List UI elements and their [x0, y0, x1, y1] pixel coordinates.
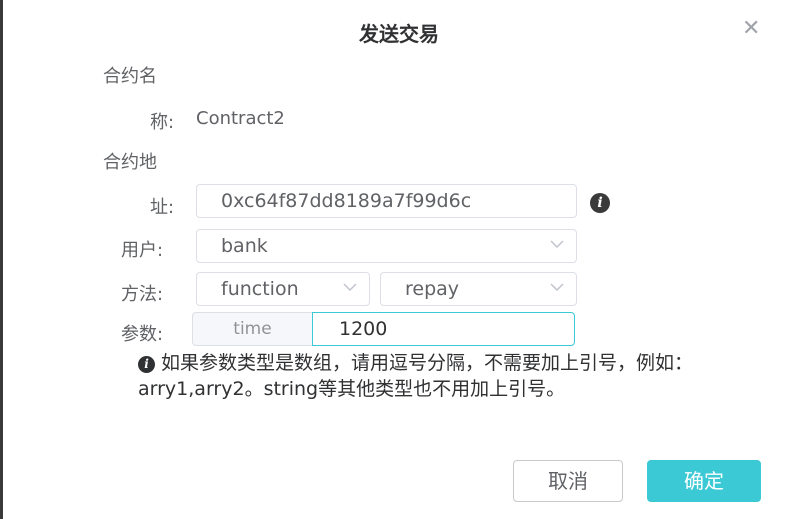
contract-address-label-line2: 址:	[150, 197, 175, 218]
user-select[interactable]: bank	[196, 229, 577, 263]
info-icon: i	[138, 356, 155, 373]
chevron-down-icon	[343, 283, 357, 291]
contract-name-value: Contract2	[196, 108, 285, 129]
method-type-select[interactable]: function	[196, 272, 370, 306]
param-tip: i 如果参数类型是数组，请用逗号分隔，不需要加上引号，例如：arry1,arry…	[138, 350, 758, 402]
method-type-value: function	[221, 278, 299, 300]
method-name-select[interactable]: repay	[380, 272, 577, 306]
cancel-button[interactable]: 取消	[513, 460, 623, 502]
param-value-input[interactable]: 1200	[312, 312, 575, 346]
contract-address-value: 0xc64f87dd8189a7f99d6c	[221, 190, 472, 212]
method-name-value: repay	[405, 278, 460, 300]
confirm-button[interactable]: 确定	[647, 460, 761, 502]
params-label: 参数:	[121, 324, 164, 345]
window-edge	[0, 0, 3, 519]
contract-address-label-line1: 合约地	[103, 152, 157, 173]
chevron-down-icon	[550, 283, 564, 291]
param-name-prepend: time	[192, 312, 312, 346]
close-icon[interactable]: ✕	[742, 16, 760, 41]
user-label: 用户:	[121, 240, 164, 261]
contract-name-label-line2: 称:	[150, 112, 175, 133]
dialog-title: 发送交易	[359, 22, 439, 46]
chevron-down-icon	[550, 240, 564, 248]
user-select-value: bank	[221, 235, 268, 257]
info-icon[interactable]: i	[590, 193, 610, 213]
contract-address-input[interactable]: 0xc64f87dd8189a7f99d6c	[196, 184, 577, 218]
param-tip-text: 如果参数类型是数组，请用逗号分隔，不需要加上引号，例如：arry1,arry2。…	[138, 352, 694, 400]
method-label: 方法:	[121, 284, 164, 305]
contract-name-label-line1: 合约名	[103, 66, 157, 87]
